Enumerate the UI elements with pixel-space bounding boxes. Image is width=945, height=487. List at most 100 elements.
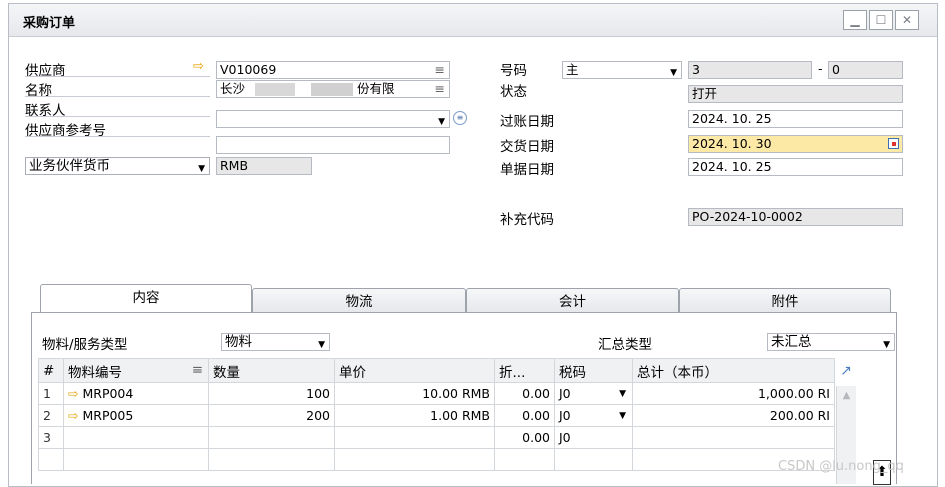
table-header-row: # 物料编号 ≡ 数量 单价 折... 税码 总计（本币） bbox=[38, 358, 835, 383]
item-type-select[interactable]: 物料 ▼ bbox=[221, 333, 330, 351]
table-row[interactable]: 1 ⇨ MRP004 100 10.00 RMB 0.00 J0 ▼ 1,000.… bbox=[38, 382, 835, 405]
name-value-end: 份有限 bbox=[357, 81, 395, 96]
items-table: # 物料编号 ≡ 数量 单价 折... 税码 总计（本币） 1 ⇨ MRP004… bbox=[38, 358, 835, 471]
empty-cell bbox=[63, 448, 209, 471]
list-icon[interactable]: ≡ bbox=[192, 362, 203, 378]
watermark: CSDN @lu.nong_qq bbox=[778, 459, 904, 474]
col-header-rownum[interactable]: # bbox=[38, 358, 64, 383]
price-cell[interactable] bbox=[334, 426, 495, 449]
table-row[interactable]: 2 ⇨ MRP005 200 1.00 RMB 0.00 J0 ▼ 200.00 … bbox=[38, 404, 835, 427]
chevron-down-icon[interactable]: ▼ bbox=[438, 114, 445, 127]
item-link-arrow-icon[interactable]: ⇨ bbox=[68, 386, 78, 401]
qty-cell[interactable] bbox=[208, 426, 335, 449]
discount-cell[interactable]: 0.00 bbox=[494, 382, 555, 405]
item-cell[interactable] bbox=[63, 426, 209, 449]
chevron-down-icon[interactable]: ▼ bbox=[619, 389, 626, 399]
total-cell[interactable] bbox=[632, 426, 835, 449]
col-header-taxcode[interactable]: 税码 bbox=[554, 358, 633, 383]
table-row[interactable]: 3 0.00 J0 bbox=[38, 426, 835, 449]
row-number: 1 bbox=[38, 382, 64, 405]
taxcode-value: J0 bbox=[559, 408, 571, 423]
empty-cell bbox=[494, 448, 555, 471]
price-cell[interactable]: 10.00 RMB bbox=[334, 382, 495, 405]
redacted-block-1 bbox=[255, 83, 295, 96]
chevron-down-icon[interactable]: ▼ bbox=[198, 161, 205, 174]
maximize-button[interactable]: ☐ bbox=[869, 10, 893, 30]
taxcode-cell[interactable]: J0 ▼ bbox=[554, 404, 633, 427]
list-icon[interactable]: ≡ bbox=[435, 62, 445, 78]
tab-content[interactable]: 内容 bbox=[40, 284, 252, 314]
doc-date-value: 2024. 10. 25 bbox=[692, 159, 772, 174]
item-cell[interactable]: ⇨ MRP005 bbox=[63, 404, 209, 427]
name-value-start: 长沙 bbox=[220, 81, 246, 96]
chevron-down-icon[interactable]: ▼ bbox=[318, 337, 325, 350]
item-type-value: 物料 bbox=[225, 334, 252, 350]
name-field[interactable]: 长沙 份有限 ≡ bbox=[216, 80, 450, 98]
number-suffix-field: 0 bbox=[828, 61, 903, 79]
delivery-date-field[interactable]: 2024. 10. 30 bbox=[688, 135, 903, 153]
summary-type-value: 未汇总 bbox=[771, 334, 812, 350]
minimize-button[interactable]: ▁ bbox=[843, 10, 867, 30]
doc-date-label: 单据日期 bbox=[500, 162, 554, 178]
item-link-arrow-icon[interactable]: ⇨ bbox=[68, 408, 78, 423]
item-code: MRP004 bbox=[82, 386, 134, 401]
close-button[interactable]: ✕ bbox=[895, 10, 919, 30]
vendor-field[interactable]: V010069 ≡ bbox=[216, 61, 450, 79]
status-field: 打开 bbox=[688, 85, 903, 103]
col-header-item[interactable]: 物料编号 ≡ bbox=[63, 358, 209, 383]
price-cell[interactable]: 1.00 RMB bbox=[334, 404, 495, 427]
total-cell[interactable]: 1,000.00 RI bbox=[632, 382, 835, 405]
summary-type-label: 汇总类型 bbox=[598, 337, 652, 353]
name-label-underline bbox=[25, 78, 210, 97]
delivery-date-value: 2024. 10. 30 bbox=[692, 136, 772, 151]
vendor-value: V010069 bbox=[220, 62, 277, 77]
qty-cell[interactable]: 200 bbox=[208, 404, 335, 427]
col-header-item-label: 物料编号 bbox=[68, 364, 122, 381]
calendar-icon[interactable] bbox=[888, 138, 899, 149]
chevron-down-icon[interactable]: ▼ bbox=[883, 337, 890, 350]
vendor-label-underline bbox=[25, 58, 210, 77]
item-cell[interactable]: ⇨ MRP004 bbox=[63, 382, 209, 405]
empty-cell bbox=[334, 448, 495, 471]
currency-value: RMB bbox=[220, 158, 249, 173]
list-icon[interactable]: ≡ bbox=[435, 81, 445, 97]
expand-arrow-icon[interactable]: ↗ bbox=[836, 360, 856, 384]
contact-field[interactable]: ▼ bbox=[216, 110, 450, 128]
details-icon[interactable]: ≡ bbox=[453, 111, 467, 125]
item-code: MRP005 bbox=[82, 408, 134, 423]
doc-date-field[interactable]: 2024. 10. 25 bbox=[688, 158, 903, 176]
taxcode-cell[interactable]: J0 ▼ bbox=[554, 382, 633, 405]
posting-date-field[interactable]: 2024. 10. 25 bbox=[688, 110, 903, 128]
col-header-discount[interactable]: 折... bbox=[494, 358, 555, 383]
col-header-total[interactable]: 总计（本币） bbox=[632, 358, 835, 383]
delivery-date-label: 交货日期 bbox=[500, 139, 554, 155]
currency-label: 业务伙伴货币 bbox=[29, 158, 110, 174]
redacted-block-2 bbox=[311, 83, 353, 96]
supp-code-label: 补充代码 bbox=[500, 212, 554, 228]
summary-type-select[interactable]: 未汇总 ▼ bbox=[767, 333, 895, 351]
col-header-qty[interactable]: 数量 bbox=[208, 358, 335, 383]
col-header-price[interactable]: 单价 bbox=[334, 358, 495, 383]
chevron-down-icon[interactable]: ▼ bbox=[619, 411, 626, 421]
qty-cell[interactable]: 100 bbox=[208, 382, 335, 405]
table-row[interactable] bbox=[38, 448, 835, 471]
number-field: 3 bbox=[688, 61, 812, 79]
number-suffix: 0 bbox=[832, 62, 840, 77]
discount-cell[interactable]: 0.00 bbox=[494, 404, 555, 427]
empty-cell bbox=[554, 448, 633, 471]
contact-label-underline bbox=[25, 98, 210, 117]
taxcode-value: J0 bbox=[559, 386, 571, 401]
supp-code-value: PO-2024-10-0002 bbox=[692, 209, 803, 224]
discount-cell[interactable]: 0.00 bbox=[494, 426, 555, 449]
chevron-down-icon[interactable]: ▼ bbox=[670, 65, 677, 78]
currency-select[interactable]: 业务伙伴货币 ▼ bbox=[25, 157, 210, 175]
vendor-link-arrow-icon[interactable]: ⇨ bbox=[193, 59, 204, 74]
series-select[interactable]: 主 ▼ bbox=[562, 61, 682, 79]
title-bar: 采购订单 ▁ ☐ ✕ bbox=[9, 4, 937, 37]
taxcode-cell[interactable]: J0 bbox=[554, 426, 633, 449]
supp-code-field[interactable]: PO-2024-10-0002 bbox=[688, 208, 903, 226]
total-cell[interactable]: 200.00 RI bbox=[632, 404, 835, 427]
row-number: 2 bbox=[38, 404, 64, 427]
vendor-ref-field[interactable] bbox=[216, 136, 450, 154]
scroll-up-icon[interactable]: ▲ bbox=[837, 390, 856, 401]
